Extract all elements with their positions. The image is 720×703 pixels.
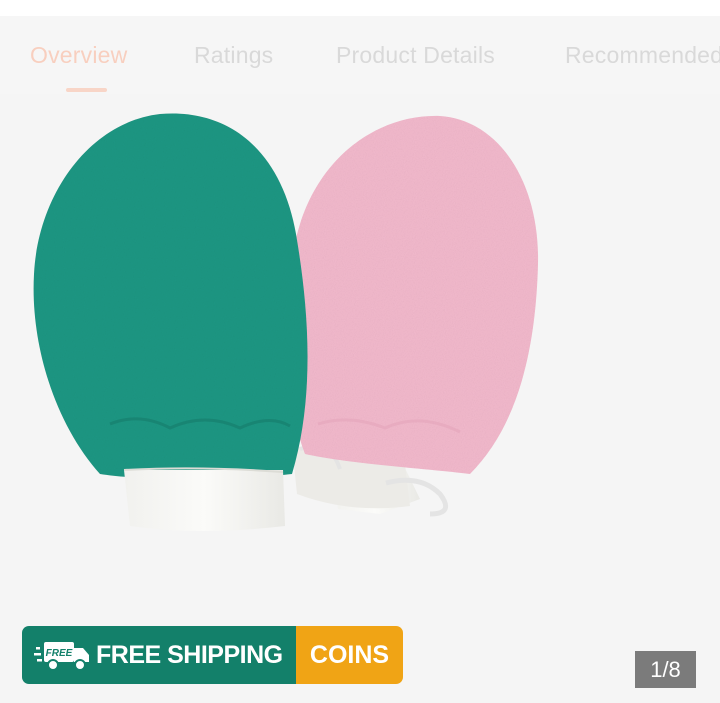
delivery-truck-icon: FREE: [34, 642, 89, 671]
free-shipping-section: FREE FREE SHIPPING: [22, 626, 296, 684]
tab-product-details[interactable]: Product Details: [336, 42, 495, 69]
coins-section: COINS: [296, 626, 403, 684]
teal-mitt: [33, 113, 308, 531]
pink-mitt: [285, 115, 539, 517]
image-page-counter: 1/8: [635, 651, 696, 688]
product-image[interactable]: [0, 94, 720, 703]
tab-overview[interactable]: Overview: [30, 42, 127, 69]
product-tab-bar: Overview Ratings Product Details Recomme…: [0, 16, 720, 94]
status-strip: [0, 0, 720, 16]
tab-ratings[interactable]: Ratings: [194, 42, 273, 69]
tab-recommended[interactable]: Recommended: [565, 42, 720, 69]
product-image-gallery[interactable]: FREE FREE SHIPPING COINS 1/8: [0, 94, 720, 703]
free-shipping-banner[interactable]: FREE FREE SHIPPING COINS: [22, 626, 403, 684]
free-badge-text: FREE: [46, 648, 73, 659]
free-shipping-label: FREE SHIPPING: [96, 640, 283, 669]
active-tab-indicator: [66, 88, 107, 92]
